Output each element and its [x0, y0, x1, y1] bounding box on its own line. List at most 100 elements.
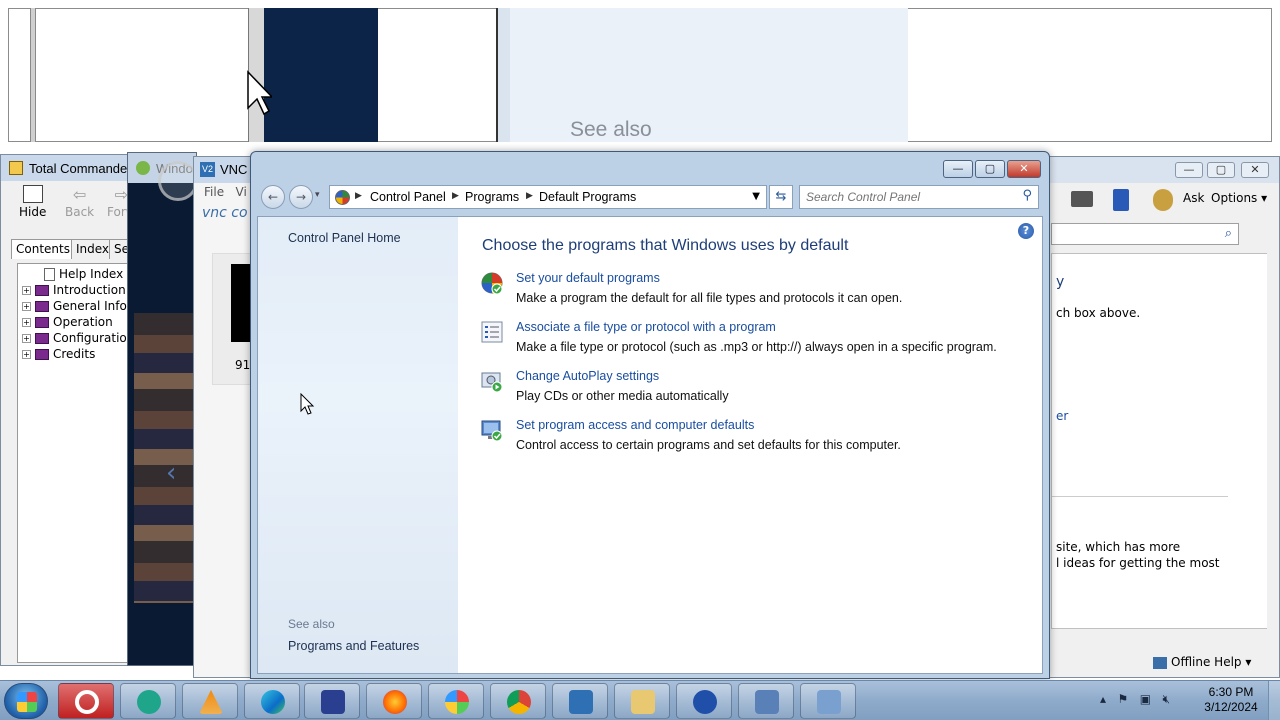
- offline-help-button[interactable]: Offline Help ▾: [1153, 655, 1251, 669]
- default-programs-icon: [481, 272, 503, 295]
- address-bar[interactable]: ▶ Control Panel ▶ Programs ▶ Default Pro…: [329, 185, 767, 209]
- ask-button[interactable]: Ask: [1183, 191, 1204, 205]
- expand-icon[interactable]: +: [22, 286, 31, 295]
- search-icon[interactable]: ⌕: [1225, 226, 1232, 241]
- hide-button[interactable]: Hide: [19, 185, 46, 219]
- expand-icon[interactable]: +: [22, 334, 31, 343]
- taskbar-app-opera[interactable]: [58, 683, 114, 719]
- help-icon[interactable]: ?: [1018, 223, 1034, 239]
- total-commander-help-window[interactable]: Total Commander Hide ⇦ Back ⇨ Forw Conte…: [0, 154, 136, 666]
- taskbar-app-save[interactable]: [304, 683, 360, 719]
- list-item: Set program access and computer defaults…: [480, 418, 1040, 462]
- control-panel-icon: [817, 690, 841, 714]
- breadcrumb-control-panel[interactable]: Control Panel: [370, 190, 446, 204]
- chevron-left-icon[interactable]: ‹: [166, 458, 176, 488]
- maximize-button[interactable]: ▢: [975, 160, 1005, 178]
- browse-help-icon[interactable]: [1113, 189, 1129, 211]
- breadcrumb-separator-icon[interactable]: ▶: [355, 191, 362, 201]
- back-arrow-icon: ⇦: [72, 185, 87, 204]
- breadcrumb-default-programs[interactable]: Default Programs: [539, 190, 636, 204]
- media-window[interactable]: Windo ‹: [127, 152, 198, 666]
- tree-item[interactable]: Help Index: [44, 267, 123, 281]
- help-search-input[interactable]: ⌕: [1051, 223, 1239, 245]
- hide-icon: [22, 185, 43, 203]
- breadcrumb-programs[interactable]: Programs: [465, 190, 519, 204]
- scrollbar[interactable]: [1267, 253, 1279, 629]
- help-page-icon: [44, 268, 55, 281]
- control-panel-icon: [335, 190, 350, 205]
- autoplay-icon: [481, 372, 503, 393]
- ask-icon[interactable]: [1153, 189, 1173, 211]
- search-input[interactable]: [806, 189, 1006, 205]
- tab-contents[interactable]: Contents: [11, 239, 75, 259]
- expand-icon[interactable]: +: [22, 350, 31, 359]
- taskbar-app-windows[interactable]: [428, 683, 484, 719]
- recent-pages-dropdown[interactable]: ▾: [315, 190, 320, 200]
- windows-help-window[interactable]: — ▢ ✕ Ask Options ▾ ⌕ y ch box above. er…: [1040, 156, 1280, 678]
- back-button[interactable]: ←: [261, 185, 285, 209]
- window-titlebar[interactable]: — ▢ ✕: [1041, 157, 1279, 183]
- main-pane: Choose the programs that Windows uses by…: [458, 217, 1042, 673]
- help-content-pane: y ch box above. er site, which has more …: [1051, 253, 1269, 629]
- network-status-icon[interactable]: ▣: [1140, 692, 1151, 706]
- associate-file-type-link[interactable]: Associate a file type or protocol with a…: [516, 320, 776, 334]
- search-icon[interactable]: ⚲: [1022, 188, 1032, 203]
- window-title: Total Commander: [29, 161, 129, 176]
- programs-and-features-link[interactable]: Programs and Features: [288, 639, 419, 653]
- help-contents-tree[interactable]: Help Index +Introduction +General Inform…: [17, 263, 129, 663]
- set-program-access-link[interactable]: Set program access and computer defaults: [516, 418, 754, 432]
- tree-item[interactable]: + Credits: [22, 347, 95, 361]
- taskbar-app-firefox[interactable]: [366, 683, 422, 719]
- vnc-icon: V2: [200, 162, 215, 177]
- taskbar-app-chrome[interactable]: [490, 683, 546, 719]
- set-default-programs-link[interactable]: Set your default programs: [516, 271, 660, 285]
- window-titlebar[interactable]: Total Commander: [1, 155, 129, 181]
- help-icon: [693, 690, 717, 714]
- menu-bar: File Vi: [204, 185, 247, 199]
- expand-icon[interactable]: +: [22, 318, 31, 327]
- tree-item[interactable]: + Operation: [22, 315, 113, 329]
- taskbar-app-control-panel[interactable]: [800, 683, 856, 719]
- taskbar-app-help[interactable]: [676, 683, 732, 719]
- breadcrumb-separator-icon[interactable]: ▶: [452, 191, 459, 201]
- control-panel-window[interactable]: — ▢ ✕ ← → ▾ ▶ Control Panel ▶ Programs ▶…: [250, 151, 1050, 679]
- forward-button[interactable]: →: [289, 185, 313, 209]
- control-panel-home-link[interactable]: Control Panel Home: [288, 231, 401, 245]
- menu-view[interactable]: Vi: [236, 185, 247, 199]
- item-description: Play CDs or other media automatically: [516, 389, 729, 403]
- breadcrumb-separator-icon[interactable]: ▶: [526, 191, 533, 201]
- help-file-icon: [9, 161, 23, 175]
- refresh-button[interactable]: ⇆: [769, 185, 793, 209]
- taskbar-app-vnc[interactable]: [552, 683, 608, 719]
- photo-thumbnails: [134, 313, 194, 603]
- print-icon[interactable]: [1071, 191, 1093, 207]
- maximize-button[interactable]: ▢: [1207, 162, 1235, 178]
- tree-item[interactable]: + Configuration: [22, 331, 128, 345]
- minimize-button[interactable]: —: [943, 160, 973, 178]
- back-button[interactable]: ⇦ Back: [65, 185, 94, 219]
- clock[interactable]: 6:30 PM 3/12/2024: [1196, 685, 1266, 715]
- tab-index[interactable]: Index: [71, 239, 115, 259]
- taskbar-app-edge[interactable]: [244, 683, 300, 719]
- show-desktop-button[interactable]: [1268, 681, 1280, 720]
- content-link[interactable]: er: [1056, 409, 1068, 423]
- minimize-button[interactable]: —: [1175, 162, 1203, 178]
- taskbar-app-vlc[interactable]: [182, 683, 238, 719]
- chevron-down-icon[interactable]: ▼: [752, 191, 760, 202]
- taskbar-app-explorer[interactable]: [614, 683, 670, 719]
- volume-muted-icon[interactable]: 🔇︎: [1163, 692, 1171, 706]
- show-hidden-icons-icon[interactable]: ▴: [1100, 692, 1106, 706]
- start-button[interactable]: [4, 683, 48, 719]
- menu-file[interactable]: File: [204, 185, 224, 199]
- options-menu[interactable]: Options ▾: [1211, 191, 1267, 205]
- close-button[interactable]: ✕: [1007, 160, 1041, 178]
- close-button[interactable]: ✕: [1241, 162, 1269, 178]
- taskbar-app-network[interactable]: [738, 683, 794, 719]
- taskbar-app-chat[interactable]: [120, 683, 176, 719]
- search-box[interactable]: ⚲: [799, 185, 1039, 209]
- expand-icon[interactable]: +: [22, 302, 31, 311]
- tree-item[interactable]: + Introduction: [22, 283, 126, 297]
- change-autoplay-link[interactable]: Change AutoPlay settings: [516, 369, 659, 383]
- action-center-flag-icon[interactable]: ⚑: [1117, 692, 1128, 706]
- tree-item[interactable]: +General Inform: [22, 299, 128, 313]
